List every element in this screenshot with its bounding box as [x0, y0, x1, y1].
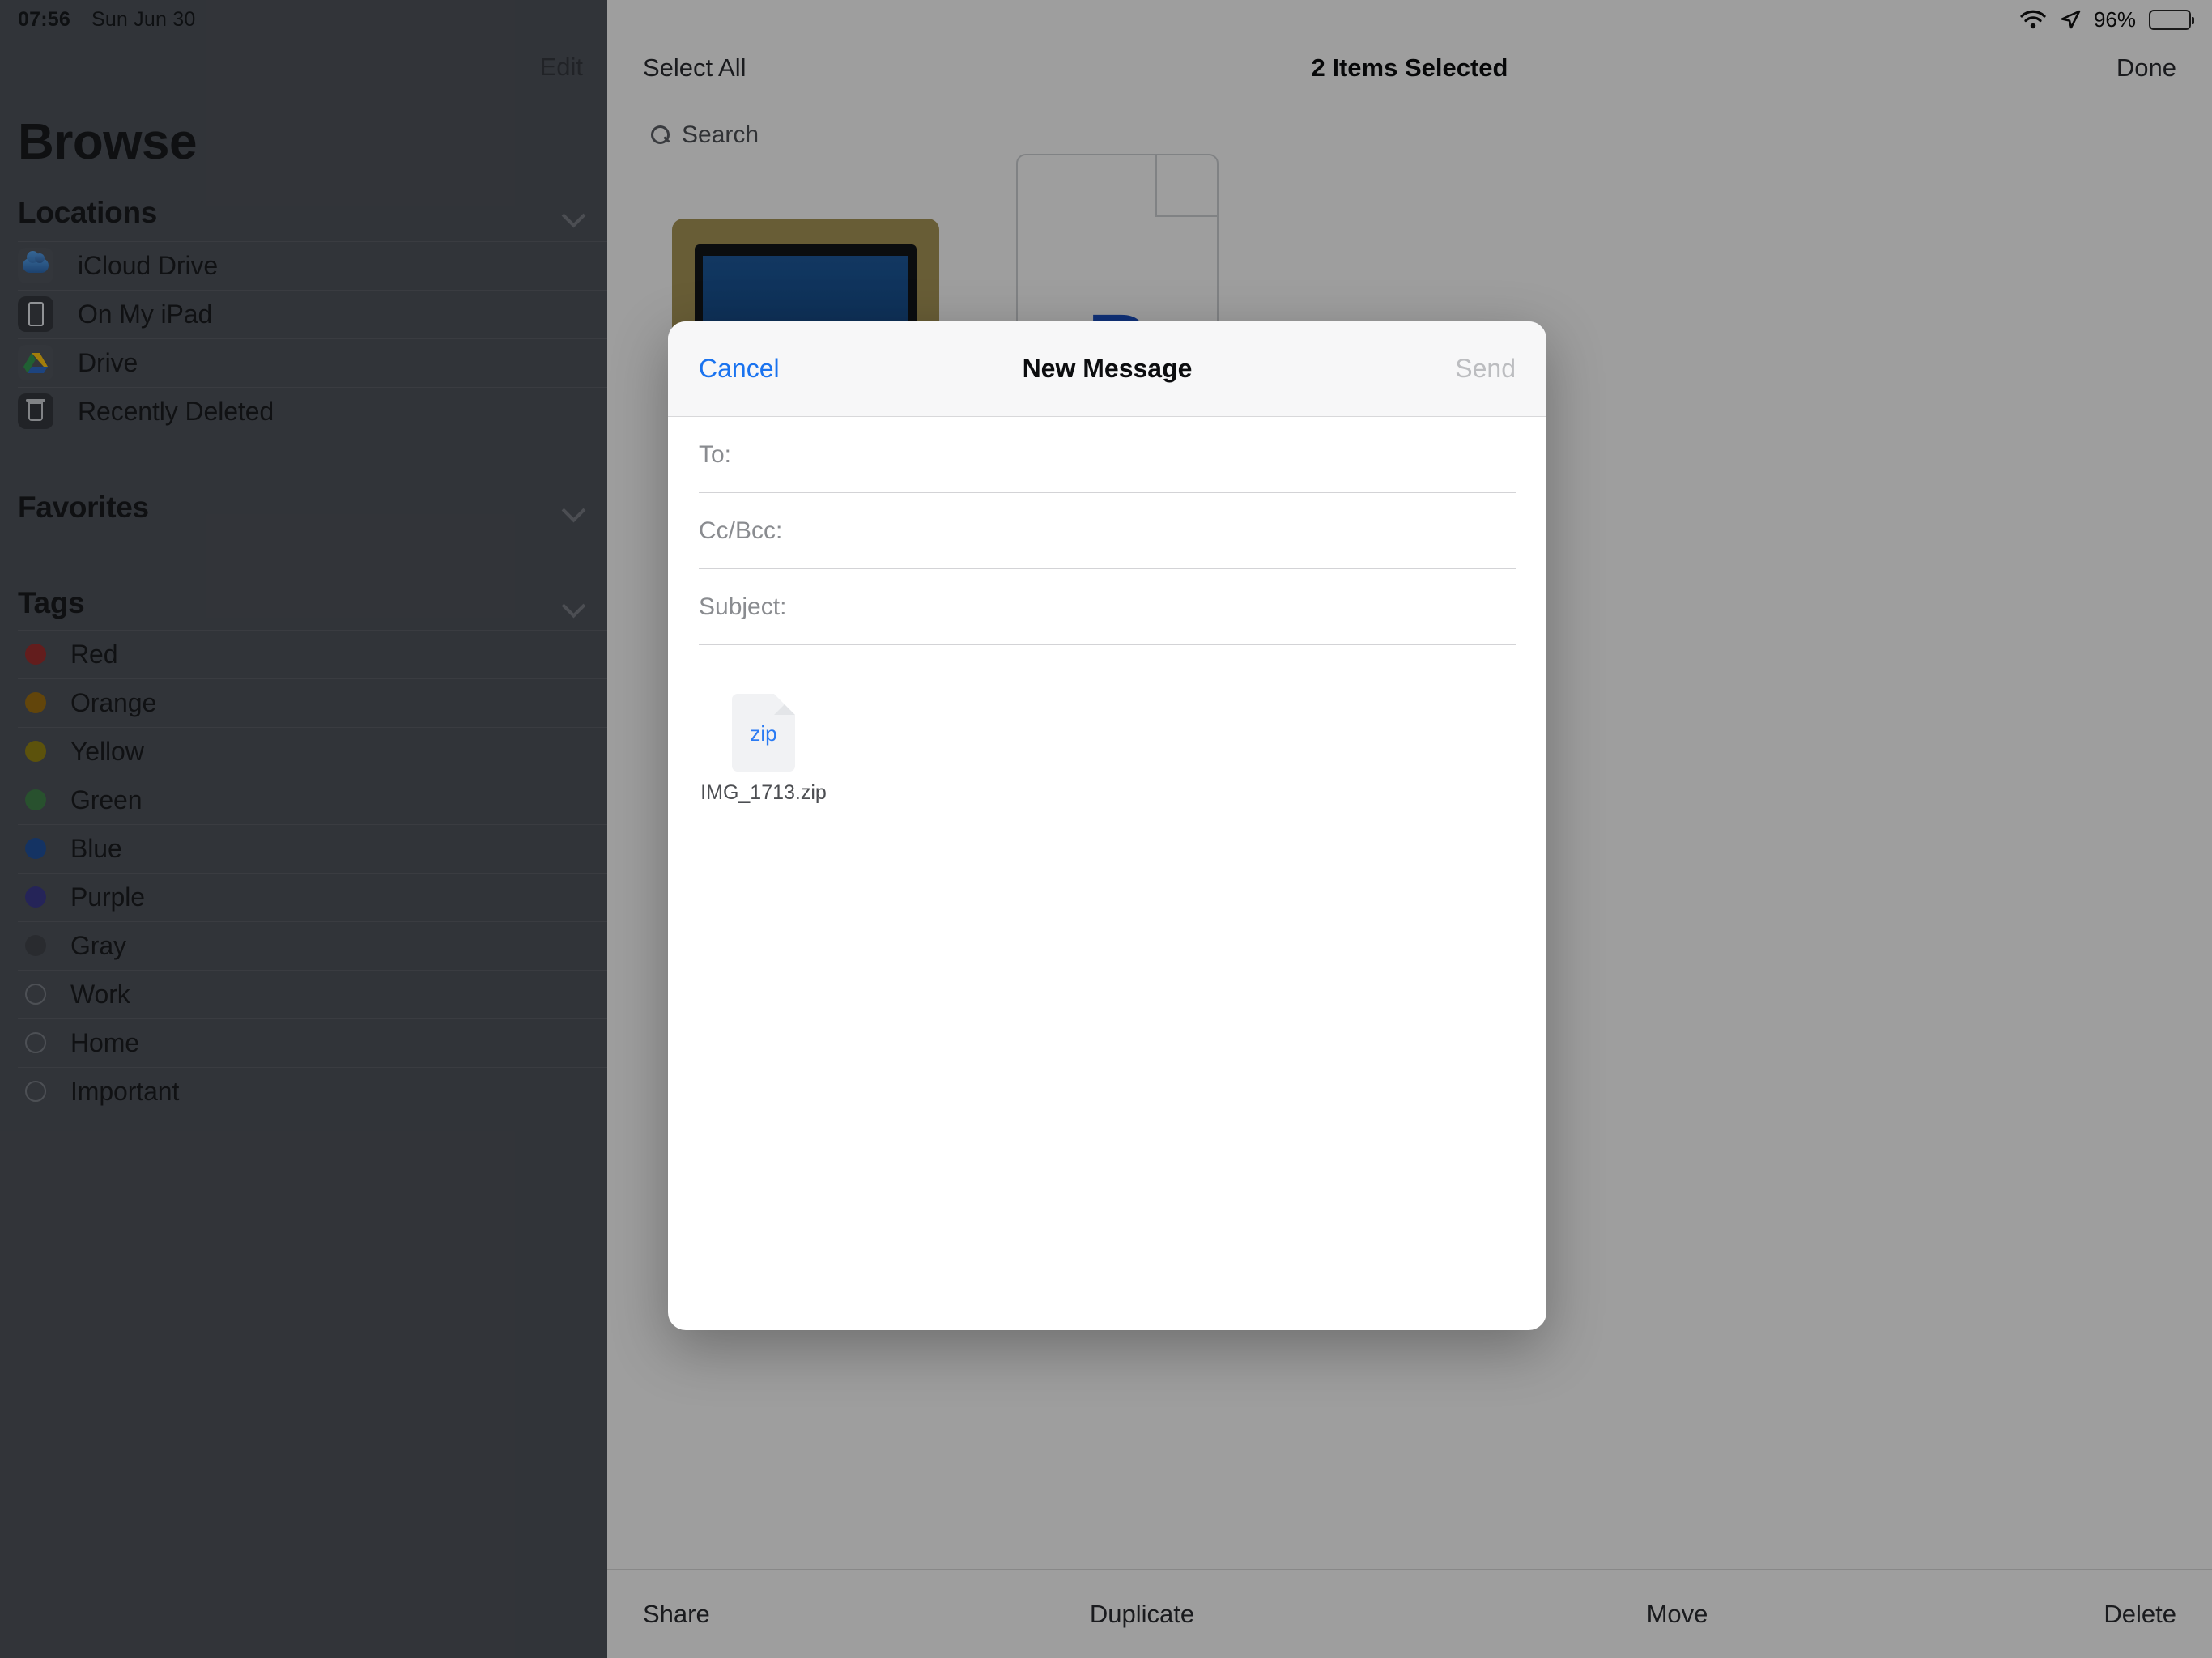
page-title: Browse — [18, 114, 197, 170]
search-placeholder: Search — [682, 121, 759, 148]
subject-field[interactable]: Subject: — [699, 569, 1516, 645]
sidebar-item-recently-deleted[interactable]: Recently Deleted — [0, 387, 607, 436]
search-icon — [651, 125, 670, 145]
sidebar-item-tag-green[interactable]: Green — [0, 776, 607, 824]
to-field[interactable]: To: — [699, 417, 1516, 493]
tag-circle-outline-icon — [25, 984, 46, 1005]
attachment-item[interactable]: zip IMG_1713.zip — [699, 694, 828, 805]
sidebar: 07:56 Sun Jun 30 Edit Browse Locations i… — [0, 0, 607, 1658]
sidebar-item-label: Green — [70, 784, 143, 814]
tag-dot-icon — [25, 838, 46, 859]
sidebar-item-tag-yellow[interactable]: Yellow — [0, 727, 607, 776]
duplicate-button[interactable]: Duplicate — [874, 1600, 1410, 1629]
sidebar-item-tag-gray[interactable]: Gray — [0, 921, 607, 970]
ipad-device-icon — [18, 296, 53, 332]
edit-button[interactable]: Edit — [540, 53, 583, 82]
subject-field-label: Subject: — [699, 593, 787, 620]
selection-count-title: 2 Items Selected — [1311, 53, 1508, 82]
sidebar-item-tag-blue[interactable]: Blue — [0, 824, 607, 873]
sidebar-item-label: Yellow — [70, 736, 144, 766]
to-field-label: To: — [699, 440, 732, 468]
location-arrow-icon — [2060, 9, 2081, 30]
modal-header: Cancel New Message Send — [668, 321, 1546, 417]
sidebar-item-label: Important — [70, 1076, 180, 1106]
sidebar-item-label: Blue — [70, 833, 122, 863]
sidebar-item-tag-important[interactable]: Important — [0, 1067, 607, 1116]
sidebar-item-label: Recently Deleted — [78, 396, 274, 426]
sidebar-item-on-my-ipad[interactable]: On My iPad — [0, 290, 607, 338]
chevron-down-icon[interactable] — [564, 206, 586, 219]
tag-dot-icon — [25, 886, 46, 908]
sidebar-item-tag-purple[interactable]: Purple — [0, 873, 607, 921]
sidebar-item-label: Home — [70, 1027, 139, 1057]
sidebar-item-icloud-drive[interactable]: iCloud Drive — [0, 241, 607, 290]
status-date: Sun Jun 30 — [91, 7, 196, 31]
battery-icon — [2149, 9, 2194, 30]
delete-button[interactable]: Delete — [1945, 1600, 2212, 1629]
status-bar-right: 96% — [2019, 0, 2212, 39]
search-input[interactable]: Search — [633, 110, 2186, 160]
section-header-locations[interactable]: Locations — [0, 188, 607, 238]
sidebar-item-label: iCloud Drive — [78, 250, 219, 280]
chevron-down-icon[interactable] — [564, 501, 586, 514]
tag-dot-icon — [25, 692, 46, 713]
section-title-locations: Locations — [18, 196, 158, 229]
wifi-icon — [2019, 10, 2047, 29]
tag-dot-icon — [25, 644, 46, 665]
sidebar-item-label: Red — [70, 639, 118, 669]
sidebar-item-tag-red[interactable]: Red — [0, 630, 607, 678]
tag-dot-icon — [25, 789, 46, 810]
section-title-favorites: Favorites — [18, 491, 149, 524]
sidebar-item-tag-orange[interactable]: Orange — [0, 678, 607, 727]
tag-circle-outline-icon — [25, 1032, 46, 1053]
ipad-files-app-screen: 96% Select All 2 Items Selected Done Sea… — [0, 0, 2212, 1658]
section-header-tags[interactable]: Tags — [0, 578, 607, 628]
zip-file-icon: zip — [732, 694, 795, 772]
sidebar-item-label: Work — [70, 979, 130, 1009]
zip-type-label: zip — [750, 721, 777, 746]
message-body-area[interactable]: zip IMG_1713.zip — [668, 645, 1546, 1330]
attachment-filename: IMG_1713.zip — [700, 781, 827, 804]
share-button[interactable]: Share — [607, 1600, 874, 1629]
battery-percent-label: 96% — [2093, 6, 2136, 32]
sidebar-item-tag-home[interactable]: Home — [0, 1018, 607, 1067]
action-toolbar: Share Duplicate Move Delete — [607, 1569, 2212, 1658]
status-time: 07:56 — [18, 7, 70, 31]
sidebar-item-label: Orange — [70, 687, 157, 717]
sidebar-item-label: Drive — [78, 347, 138, 377]
selection-toolbar: Select All 2 Items Selected Done — [607, 39, 2212, 97]
section-title-tags: Tags — [18, 586, 85, 619]
status-bar-left: 07:56 Sun Jun 30 — [0, 0, 607, 39]
modal-title: New Message — [1022, 354, 1193, 383]
tag-dot-icon — [25, 741, 46, 762]
trash-icon — [18, 393, 53, 429]
chevron-down-icon[interactable] — [564, 597, 586, 610]
sidebar-item-drive[interactable]: Drive — [0, 338, 607, 387]
sidebar-edit-row: Edit — [0, 39, 607, 96]
sidebar-item-tag-work[interactable]: Work — [0, 970, 607, 1018]
sidebar-item-label: On My iPad — [78, 299, 213, 329]
new-message-modal: Cancel New Message Send To: Cc/Bcc: Subj… — [668, 321, 1546, 1330]
google-drive-icon — [18, 345, 53, 380]
ccbcc-field[interactable]: Cc/Bcc: — [699, 493, 1516, 569]
section-header-favorites[interactable]: Favorites — [0, 483, 607, 533]
move-button[interactable]: Move — [1410, 1600, 1945, 1629]
icloud-drive-icon — [18, 248, 53, 283]
ccbcc-field-label: Cc/Bcc: — [699, 517, 783, 544]
tag-dot-icon — [25, 935, 46, 956]
tag-circle-outline-icon — [25, 1081, 46, 1102]
sidebar-item-label: Gray — [70, 930, 126, 960]
sidebar-item-label: Purple — [70, 882, 145, 912]
